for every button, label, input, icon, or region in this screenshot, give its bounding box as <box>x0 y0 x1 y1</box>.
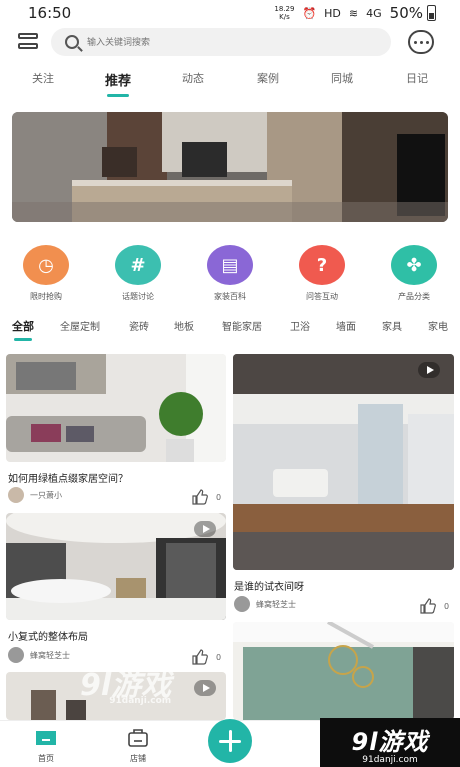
hero-banner[interactable] <box>12 112 448 222</box>
closet-image <box>233 354 454 570</box>
filter-appliance[interactable]: 家电 <box>428 318 448 333</box>
card-title[interactable]: 小复式的整体布局 <box>8 628 88 643</box>
living-room-image <box>6 354 226 462</box>
like-button[interactable]: 0 <box>192 649 221 665</box>
nav-home[interactable]: 首页 <box>34 727 58 764</box>
filter-furniture[interactable]: 家具 <box>382 318 402 333</box>
like-button[interactable]: 0 <box>192 489 221 505</box>
thumbs-up-icon <box>192 649 208 665</box>
watermark-logo: 9l游戏 91danji.com <box>80 660 171 706</box>
video-play-icon <box>418 362 440 378</box>
card-image-duplex[interactable] <box>6 513 226 620</box>
question-icon: ? <box>299 245 345 285</box>
card-author[interactable]: 一只萧小 <box>8 487 62 503</box>
video-play-icon <box>194 680 216 696</box>
category-qa[interactable]: ? 问答互动 <box>287 245 357 302</box>
category-label: 问答互动 <box>306 292 338 301</box>
tab-follow[interactable]: 关注 <box>32 70 54 86</box>
alarm-icon: ⏰ <box>302 6 317 20</box>
search-input[interactable] <box>87 37 337 47</box>
top-bar <box>0 28 460 58</box>
category-flash-sale[interactable]: ◷ 限时抢购 <box>11 245 81 302</box>
thumbs-up-icon <box>192 489 208 505</box>
nav-store[interactable]: 店铺 <box>126 727 150 764</box>
status-indicators: 18.29 K/s ⏰ HD ≋ 4G 50% <box>274 4 436 22</box>
hash-icon: # <box>115 245 161 285</box>
tab-local[interactable]: 同城 <box>331 70 353 86</box>
category-encyclopedia[interactable]: ▤ 家装百科 <box>195 245 265 302</box>
watermark-badge-url: 91danji.com <box>362 755 418 765</box>
like-button[interactable]: 0 <box>420 598 449 614</box>
hd-indicator: HD <box>324 6 341 20</box>
card-image-closet[interactable] <box>233 354 454 570</box>
tab-recommend[interactable]: 推荐 <box>105 70 131 97</box>
green-room-image <box>233 622 454 720</box>
signal-indicator: 4G <box>366 6 382 20</box>
filter-custom[interactable]: 全屋定制 <box>60 318 100 333</box>
category-label: 限时抢购 <box>30 292 62 301</box>
watermark-badge-brand: 9l游戏 <box>351 728 429 756</box>
banner-image <box>12 112 448 222</box>
card-image-green-room[interactable] <box>233 622 454 720</box>
card-title[interactable]: 是谁的试衣间呀 <box>234 578 304 593</box>
main-tabs: 关注 推荐 动态 案例 同城 日记 <box>0 70 460 100</box>
card-image-plants[interactable] <box>6 354 226 462</box>
tab-activity[interactable]: 动态 <box>182 70 204 86</box>
menu-icon[interactable] <box>18 33 38 51</box>
filter-all[interactable]: 全部 <box>12 318 34 341</box>
like-count: 0 <box>216 652 222 662</box>
author-name: 蜂窝轻芝士 <box>256 599 296 609</box>
duplex-image <box>6 513 226 620</box>
wifi-icon: ≋ <box>348 6 359 20</box>
filter-tile[interactable]: 瓷砖 <box>129 318 149 333</box>
message-icon[interactable] <box>408 30 434 54</box>
author-name: 一只萧小 <box>30 490 62 500</box>
grid-icon: ✤ <box>391 245 437 285</box>
filter-bathroom[interactable]: 卫浴 <box>290 318 310 333</box>
clock-icon: ◷ <box>23 245 69 285</box>
thumbs-up-icon <box>420 598 436 614</box>
book-icon: ▤ <box>207 245 253 285</box>
nav-store-label: 店铺 <box>130 754 146 763</box>
home-icon <box>36 731 56 745</box>
filter-smart-home[interactable]: 智能家居 <box>222 318 262 333</box>
add-post-button[interactable] <box>208 719 252 763</box>
like-count: 0 <box>216 492 222 502</box>
filter-wall[interactable]: 墙面 <box>336 318 356 333</box>
like-count: 0 <box>444 601 450 611</box>
category-row: ◷ 限时抢购 # 话题讨论 ▤ 家装百科 ? 问答互动 ✤ 产品分类 <box>0 245 460 305</box>
category-label: 家装百科 <box>214 292 246 301</box>
category-label: 话题讨论 <box>122 292 154 301</box>
card-title[interactable]: 如何用绿植点缀家居空间？ <box>8 470 128 485</box>
status-bar: 16:50 18.29 K/s ⏰ HD ≋ 4G 50% <box>0 0 460 26</box>
author-name: 蜂窝轻芝士 <box>30 650 70 660</box>
video-play-icon <box>194 521 216 537</box>
avatar <box>234 596 250 612</box>
filter-tabs: 全部 全屋定制 瓷砖 地板 智能家居 卫浴 墙面 家具 家电 <box>0 318 460 342</box>
avatar <box>8 487 24 503</box>
tab-diary[interactable]: 日记 <box>406 70 428 86</box>
card-author[interactable]: 蜂窝轻芝士 <box>234 596 296 612</box>
battery-icon <box>427 5 436 21</box>
battery-indicator: 50% <box>390 4 436 22</box>
tab-cases[interactable]: 案例 <box>257 70 279 86</box>
store-bag-icon <box>128 729 148 747</box>
card-author[interactable]: 蜂窝轻芝士 <box>8 647 70 663</box>
search-icon <box>65 35 79 49</box>
filter-floor[interactable]: 地板 <box>174 318 194 333</box>
category-label: 产品分类 <box>398 292 430 301</box>
nav-home-label: 首页 <box>38 754 54 763</box>
status-time: 16:50 <box>28 4 72 22</box>
avatar <box>8 647 24 663</box>
category-products[interactable]: ✤ 产品分类 <box>379 245 449 302</box>
network-speed: 18.29 K/s <box>274 5 295 21</box>
search-bar[interactable] <box>51 28 391 56</box>
watermark-badge: 9l游戏 91danji.com <box>320 718 460 767</box>
battery-percent: 50% <box>389 4 423 22</box>
category-topics[interactable]: # 话题讨论 <box>103 245 173 302</box>
